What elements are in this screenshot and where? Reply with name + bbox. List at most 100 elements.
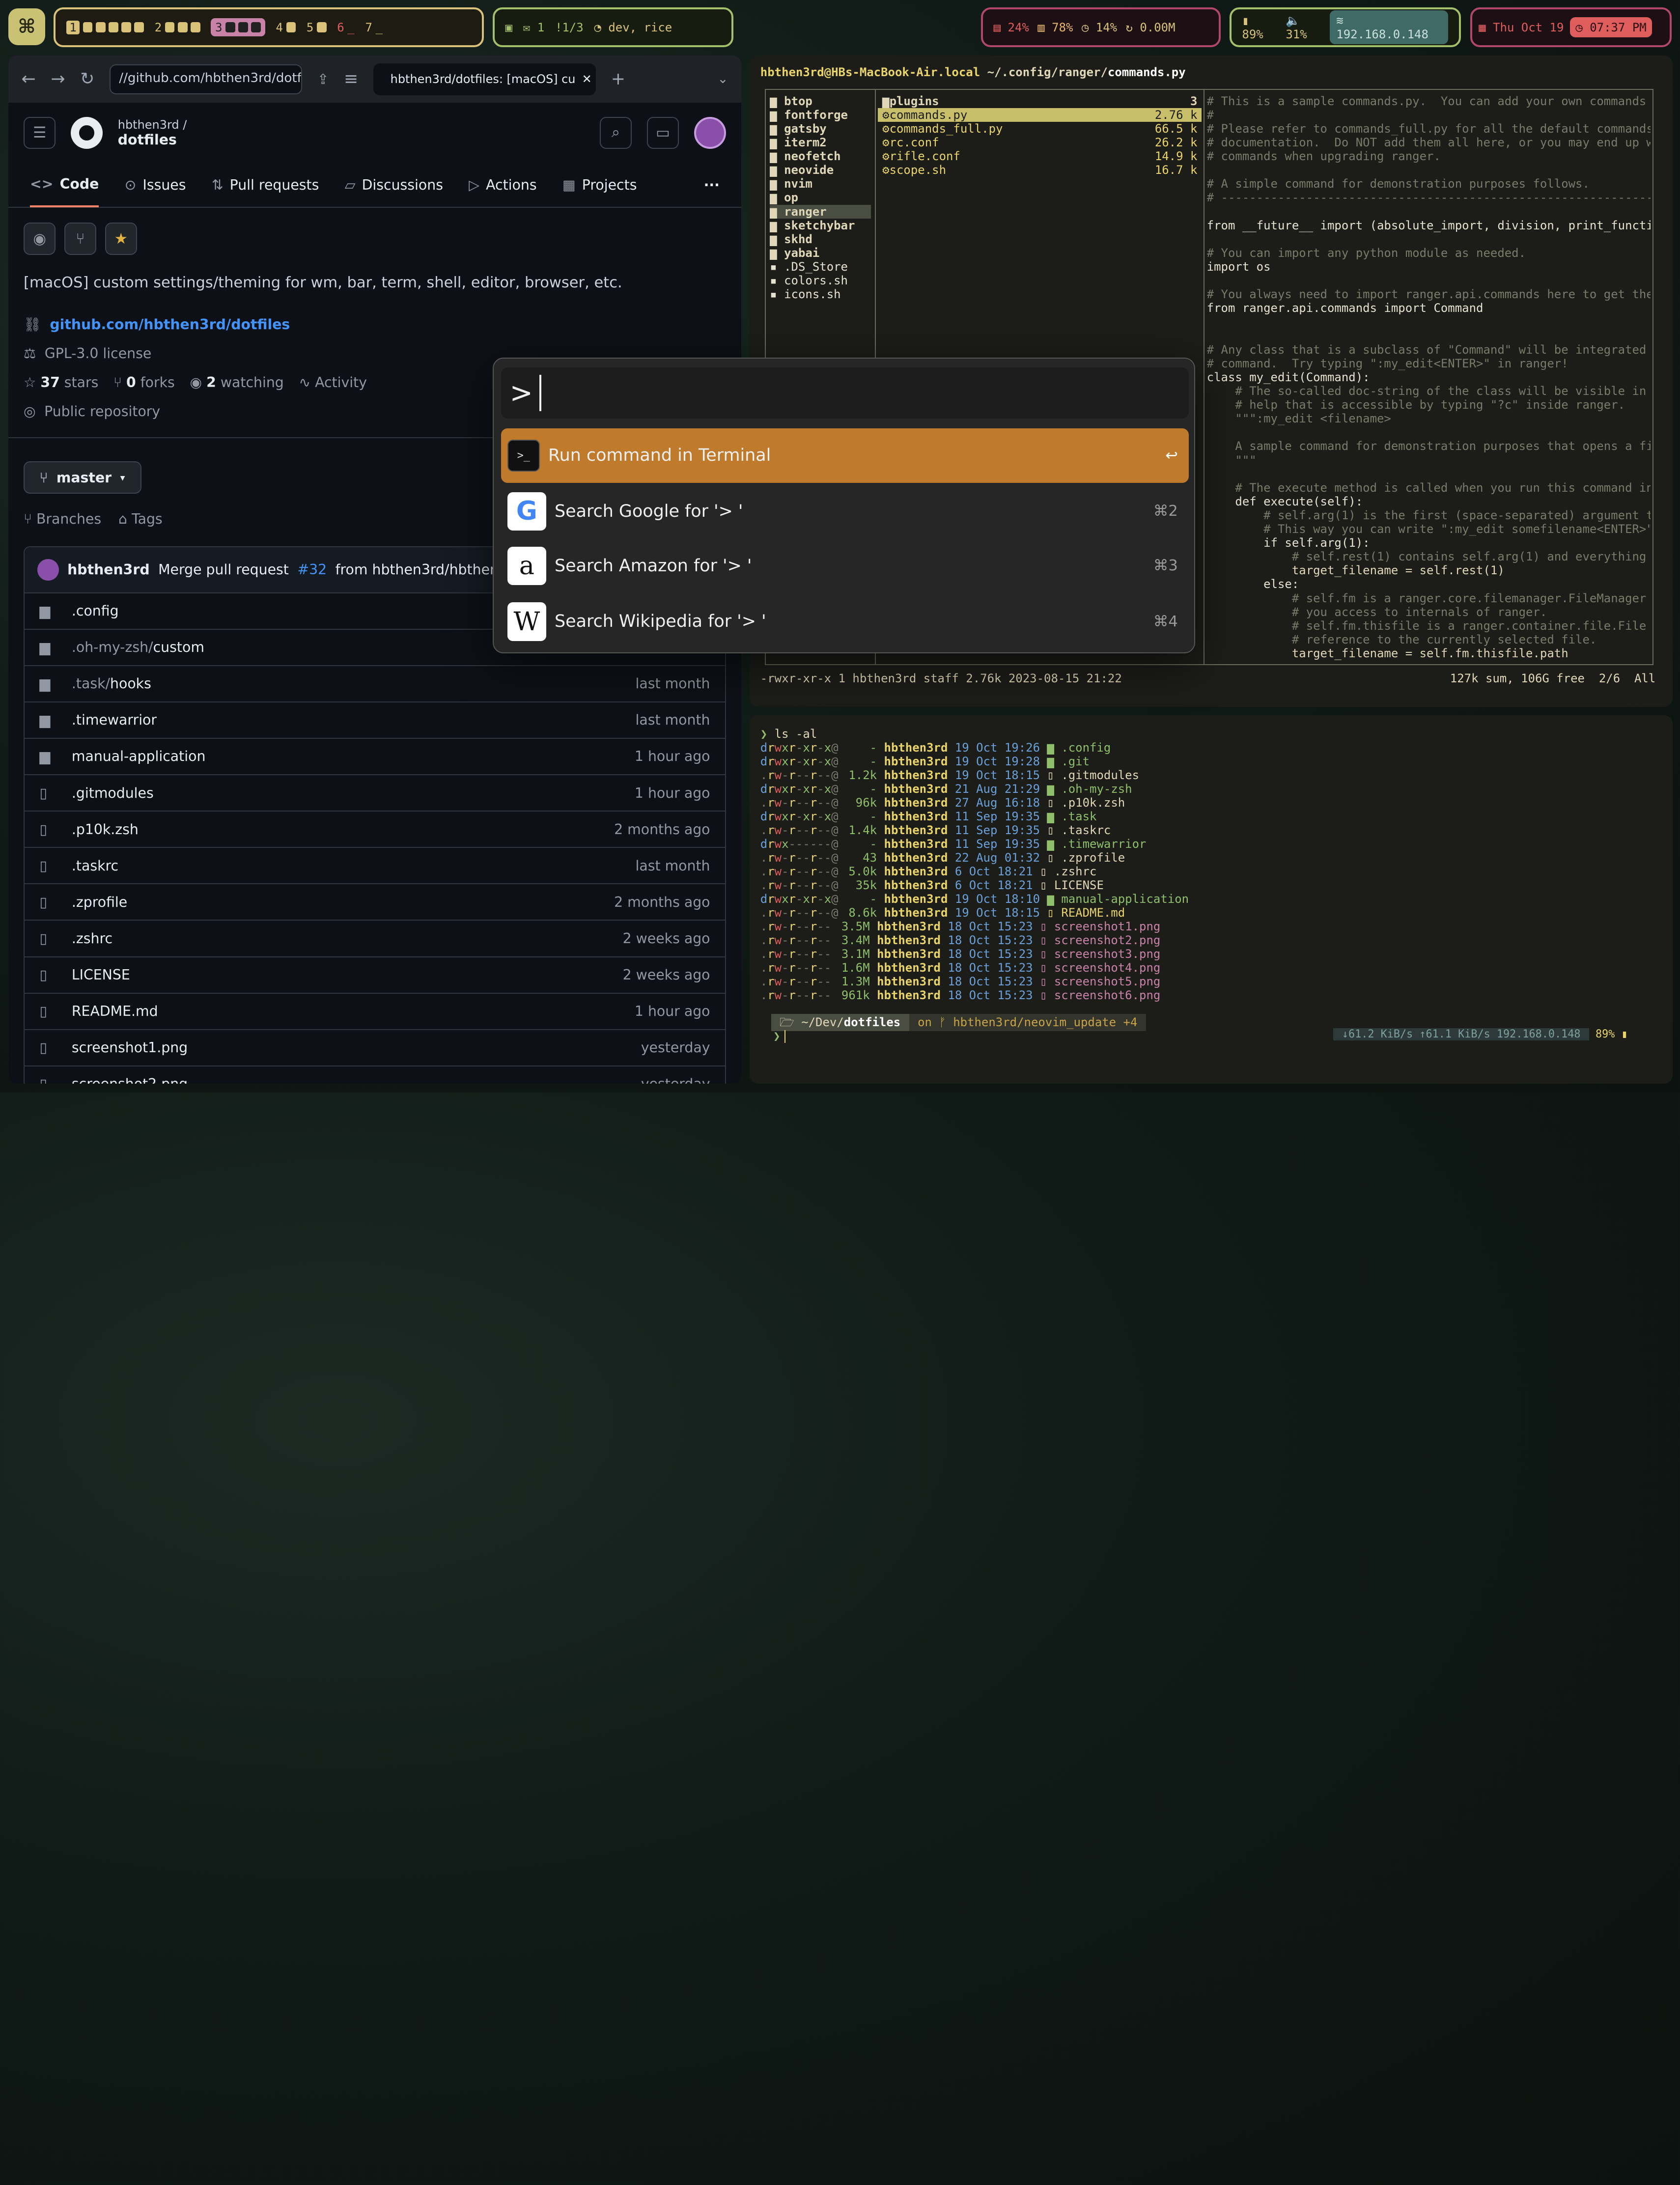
watching-link[interactable]: ◉ 2 watching (190, 368, 283, 397)
search-button[interactable]: ⌕ (599, 116, 632, 149)
wifi-stat[interactable]: ≋ 192.168.0.148 (1330, 10, 1448, 45)
file-row[interactable]: ▯ .zshrc 2 weeks ago (24, 920, 726, 956)
file-row[interactable]: ▯ .zprofile 2 months ago (24, 883, 726, 920)
branch-selector[interactable]: ⑂ master ▾ (23, 461, 141, 494)
file-name[interactable]: .gitmodules (72, 785, 635, 801)
chat-icon[interactable]: ▣ (505, 21, 512, 34)
ranger-file-entry[interactable]: ⚙ rc.conf 26.2 k (878, 136, 1202, 149)
ranger-file-entry[interactable]: ⚙ scope.sh 16.7 k (878, 163, 1202, 177)
file-name[interactable]: .timewarrior (72, 712, 636, 728)
ranger-file-entry[interactable]: ⚙ commands_full.py 66.5 k (878, 122, 1202, 136)
file-name[interactable]: README.md (72, 1003, 635, 1019)
commit-author-avatar[interactable] (37, 559, 59, 581)
inbox-button[interactable]: ▭ (646, 116, 679, 149)
ranger-parent-entry[interactable]: ▪ .DS_Store (770, 260, 870, 274)
forward-icon[interactable]: → (51, 69, 65, 89)
file-row[interactable]: ▆ .task/hooks last month (24, 665, 726, 701)
activity-link[interactable]: ∿ Activity (299, 368, 367, 397)
star-button[interactable]: ★ (105, 223, 137, 255)
calendar-date[interactable]: ▦ Thu Oct 19 (1479, 21, 1564, 34)
repo-name[interactable]: dotfiles (118, 132, 187, 148)
url-input[interactable]: //github.com/hbthen3rd/dotf (109, 64, 303, 94)
commit-author[interactable]: hbthen3rd (67, 561, 150, 578)
context-indicator[interactable]: ◔ dev, rice (594, 21, 672, 34)
file-name[interactable]: screenshot2.png (72, 1076, 641, 1084)
ranger-parent-entry[interactable]: ▆ neofetch (770, 149, 870, 163)
hamburger-menu-button[interactable]: ☰ (23, 116, 56, 149)
more-icon[interactable]: ··· (704, 177, 720, 193)
file-name[interactable]: screenshot1.png (72, 1039, 641, 1056)
volume-stat[interactable]: 🔈31% (1286, 14, 1321, 41)
tabs-menu-icon[interactable]: ≡ (344, 69, 358, 89)
run-in-terminal-item[interactable]: >_ Run command in Terminal ↩ (501, 428, 1189, 483)
ranger-parent-entry[interactable]: ▆ op (770, 191, 870, 204)
ranger-parent-entry[interactable]: ▆ iterm2 (770, 136, 870, 149)
tab-issues[interactable]: ⊙ Issues (125, 177, 186, 193)
file-name[interactable]: .p10k.zsh (72, 821, 614, 838)
file-row[interactable]: ▯ .gitmodules 1 hour ago (24, 774, 726, 811)
browser-tab[interactable]: hbthen3rd/dotfiles: [macOS] cu ✕ (373, 63, 596, 95)
branches-link[interactable]: ⑂ Branches (24, 511, 101, 527)
tab-actions[interactable]: ▷ Actions (469, 177, 536, 193)
tags-link[interactable]: ⌂ Tags (118, 511, 163, 527)
tab-code[interactable]: <> Code (30, 162, 99, 207)
clock-time[interactable]: ◷ 07:37 PM (1570, 17, 1652, 38)
file-name[interactable]: .zprofile (72, 894, 614, 910)
ranger-parent-entry[interactable]: ▪ icons.sh (770, 287, 870, 301)
watch-button[interactable]: ◉ (23, 223, 56, 255)
search-amazon-item[interactable]: a Search Amazon for '> ' ⌘3 (501, 538, 1189, 593)
command-search-input[interactable]: > (501, 367, 1189, 419)
workspace-5[interactable]: 5 (307, 21, 327, 34)
repo-owner[interactable]: hbthen3rd / (118, 118, 187, 132)
license-link[interactable]: GPL-3.0 license (45, 339, 151, 368)
file-row[interactable]: ▯ README.md 1 hour ago (24, 992, 726, 1029)
prompt-cursor[interactable]: ❯ (773, 1029, 786, 1043)
github-logo-icon[interactable] (70, 116, 103, 149)
workspace-1[interactable]: 1 (66, 20, 144, 34)
file-row[interactable]: ▆ manual-application 1 hour ago (24, 737, 726, 774)
ranger-file-entry[interactable]: ▆ plugins 3 (878, 94, 1202, 108)
tab-discussions[interactable]: ▱ Discussions (345, 177, 443, 193)
commit-pr-link[interactable]: #32 (297, 561, 327, 578)
mail-icon[interactable]: ✉ 1 (523, 21, 544, 34)
workspace-2[interactable]: 2 (155, 21, 200, 34)
tab-projects[interactable]: ▦ Projects (562, 177, 637, 193)
terminal-window[interactable]: ❯ ls -al drwxr-xr-x@drwxr-xr-x@- hbthen3… (750, 715, 1673, 1084)
ranger-parent-entry[interactable]: ▆ btop (770, 94, 870, 108)
workspace-6[interactable]: 6 _ (337, 21, 354, 34)
search-google-item[interactable]: G Search Google for '> ' ⌘2 (501, 484, 1189, 538)
tab-pull-requests[interactable]: ⇅ Pull requests (212, 177, 319, 193)
ranger-parent-entry[interactable]: ▆ fontforge (770, 108, 870, 122)
file-row[interactable]: ▯ screenshot2.pngyesterday (24, 1065, 726, 1084)
fork-button[interactable]: ⑂ (64, 223, 97, 255)
file-name[interactable]: .zshrc (72, 930, 623, 947)
file-row[interactable]: ▯ screenshot1.png yesterday (24, 1029, 726, 1065)
workspace-4[interactable]: 4 (276, 21, 296, 34)
new-tab-icon[interactable]: + (611, 69, 625, 89)
file-name[interactable]: .task/hooks (72, 675, 636, 692)
reload-icon[interactable]: ↻ (80, 69, 94, 89)
ranger-parent-entry[interactable]: ▆ gatsby (770, 122, 870, 136)
back-icon[interactable]: ← (22, 69, 36, 89)
ranger-parent-entry[interactable]: ▆ skhd (770, 232, 870, 246)
avatar[interactable] (694, 116, 727, 149)
file-row[interactable]: ▆ .timewarrior last month (24, 701, 726, 738)
ranger-parent-entry[interactable]: ▆ sketchybar (770, 219, 870, 232)
stars-link[interactable]: ☆ 37 stars (24, 368, 98, 397)
search-wikipedia-item[interactable]: W Search Wikipedia for '> ' ⌘4 (501, 594, 1189, 649)
file-name[interactable]: .taskrc (72, 858, 636, 874)
workspace-3-active[interactable]: 3 (211, 18, 265, 36)
ranger-file-entry[interactable]: ⚙ commands.py 2.76 k (878, 108, 1202, 122)
todo-indicator[interactable]: !1/3 (555, 21, 584, 34)
share-icon[interactable]: ⇪ (317, 71, 329, 87)
forks-link[interactable]: ⑂ 0 forks (113, 368, 175, 397)
file-row[interactable]: ▯ LICENSE 2 weeks ago (24, 956, 726, 993)
ranger-parent-entry[interactable]: ▆ nvim (770, 177, 870, 191)
ranger-parent-entry[interactable]: ▆ yabai (770, 246, 870, 260)
ranger-file-entry[interactable]: ⚙ rifle.conf 14.9 k (878, 149, 1202, 163)
chevron-down-icon[interactable]: ⌄ (717, 72, 728, 86)
close-tab-icon[interactable]: ✕ (582, 72, 592, 86)
file-row[interactable]: ▯ .taskrc last month (24, 847, 726, 883)
workspace-7[interactable]: 7 _ (365, 21, 383, 34)
ranger-parent-entry[interactable]: ▆ neovide (770, 163, 870, 177)
